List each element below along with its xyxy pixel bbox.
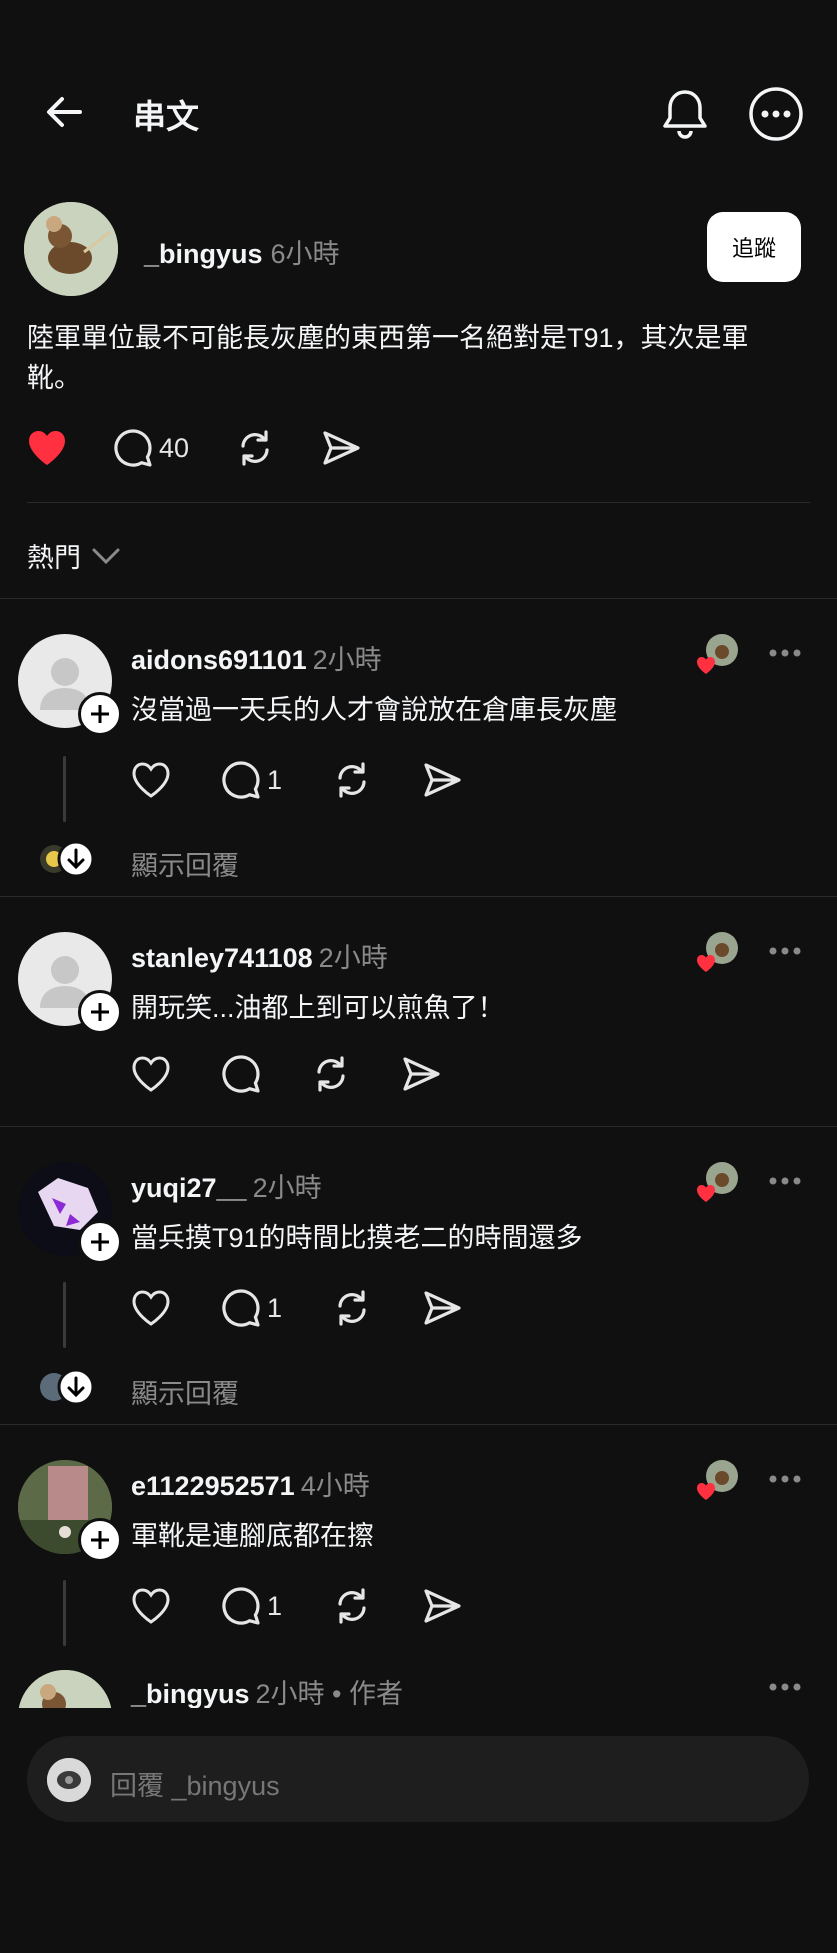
like-button[interactable] xyxy=(131,1289,171,1327)
share-button[interactable] xyxy=(401,1054,441,1094)
divider xyxy=(0,896,837,897)
comment-icon xyxy=(222,1587,260,1625)
like-button[interactable] xyxy=(27,429,67,467)
comment-button[interactable] xyxy=(221,1054,261,1094)
heart-filled-icon xyxy=(29,431,65,465)
like-button[interactable] xyxy=(131,761,171,799)
author-liked-icon xyxy=(696,930,738,972)
repost-icon xyxy=(241,430,269,466)
avatar[interactable] xyxy=(24,202,118,296)
divider xyxy=(0,1424,837,1425)
chevron-down-icon xyxy=(92,548,120,564)
comment-button[interactable]: 40 xyxy=(113,428,189,468)
comment-more-icon[interactable] xyxy=(768,1474,802,1484)
comment-more-icon[interactable] xyxy=(768,1176,802,1186)
share-button[interactable] xyxy=(422,1586,462,1626)
comment-author[interactable]: e1122952571 4小時 xyxy=(131,1464,370,1503)
avatar[interactable] xyxy=(18,1670,112,1708)
repost-icon xyxy=(338,762,366,798)
sort-label: 熱門 xyxy=(27,543,81,573)
author-liked-icon xyxy=(696,1458,738,1500)
repost-button[interactable] xyxy=(332,760,372,800)
heart-icon xyxy=(132,762,170,798)
post-author[interactable]: _bingyus 6小時 xyxy=(144,232,340,271)
thread-line xyxy=(63,1580,66,1646)
comment-button[interactable]: 1 xyxy=(221,760,282,800)
comment-icon xyxy=(114,429,152,467)
comment-actions: 1 xyxy=(131,760,508,800)
divider xyxy=(27,502,810,503)
comment-more-icon[interactable] xyxy=(768,1682,802,1692)
comment-text: 沒當過一天兵的人才會說放在倉庫長灰塵 xyxy=(131,695,617,725)
comment-author[interactable]: aidons691101 2小時 xyxy=(131,638,382,677)
sort-dropdown[interactable]: 熱門 xyxy=(27,536,121,575)
post-text: 陸軍單位最不可能長灰塵的東西第一名絕對是T91，其次是軍靴。 xyxy=(27,323,749,393)
author-liked-icon xyxy=(696,1160,738,1202)
like-button[interactable] xyxy=(131,1055,171,1093)
comment-more-icon[interactable] xyxy=(768,648,802,658)
share-button[interactable] xyxy=(321,428,361,468)
send-icon xyxy=(424,1589,461,1623)
reply-count: 40 xyxy=(159,432,190,463)
avatar xyxy=(47,1758,91,1802)
comment-button[interactable]: 1 xyxy=(221,1288,282,1328)
comment-icon xyxy=(222,1055,260,1093)
thread-line xyxy=(63,1282,66,1348)
repost-button[interactable] xyxy=(332,1288,372,1328)
follow-plus-icon[interactable] xyxy=(78,1220,122,1264)
follow-plus-icon[interactable] xyxy=(78,990,122,1034)
comment-button[interactable]: 1 xyxy=(221,1586,282,1626)
bell-icon[interactable] xyxy=(660,86,710,142)
divider xyxy=(0,598,837,599)
comment-actions: 1 xyxy=(131,1586,508,1626)
reply-placeholder: 回覆 _bingyus xyxy=(110,1771,280,1801)
comment-author[interactable]: stanley741108 2小時 xyxy=(131,936,388,975)
comment-text: 當兵摸T91的時間比摸老二的時間還多 xyxy=(131,1223,583,1253)
show-replies-link[interactable]: 顯示回覆 xyxy=(131,1372,239,1411)
reply-avatars-icon[interactable] xyxy=(38,1368,95,1406)
comment-actions xyxy=(131,1054,487,1094)
share-button[interactable] xyxy=(422,760,462,800)
follow-plus-icon[interactable] xyxy=(78,1518,122,1562)
repost-icon xyxy=(317,1056,345,1092)
repost-icon xyxy=(338,1290,366,1326)
heart-icon xyxy=(132,1588,170,1624)
follow-plus-icon[interactable] xyxy=(78,692,122,736)
follow-button[interactable]: 追蹤 xyxy=(707,212,801,282)
send-icon xyxy=(323,431,360,465)
page-title: 串文 xyxy=(133,98,199,135)
more-options-icon[interactable] xyxy=(748,86,804,142)
author-liked-icon xyxy=(696,632,738,674)
like-button[interactable] xyxy=(131,1587,171,1625)
comment-actions: 1 xyxy=(131,1288,508,1328)
thread-line xyxy=(63,756,66,822)
comment-text: 軍靴是連腳底都在擦 xyxy=(131,1521,374,1551)
back-arrow-icon[interactable] xyxy=(44,92,84,132)
comment-author[interactable]: yuqi27__ 2小時 xyxy=(131,1166,322,1205)
send-icon xyxy=(424,763,461,797)
heart-icon xyxy=(132,1290,170,1326)
comment-author[interactable]: _bingyus 2小時 • 作者 xyxy=(131,1672,403,1708)
send-icon xyxy=(403,1057,440,1091)
reply-avatars-icon[interactable] xyxy=(38,840,95,878)
send-icon xyxy=(424,1291,461,1325)
comment-icon xyxy=(222,761,260,799)
heart-icon xyxy=(132,1056,170,1092)
repost-icon xyxy=(338,1588,366,1624)
comment-icon xyxy=(222,1289,260,1327)
show-replies-link[interactable]: 顯示回覆 xyxy=(131,844,239,883)
share-button[interactable] xyxy=(422,1288,462,1328)
divider xyxy=(0,1126,837,1127)
comment-text: 開玩笑...油都上到可以煎魚了！ xyxy=(131,993,505,1023)
comment: _bingyus 2小時 • 作者 xyxy=(0,1660,837,1708)
repost-button[interactable] xyxy=(332,1586,372,1626)
repost-button[interactable] xyxy=(311,1054,351,1094)
post-time: 6小時 xyxy=(270,239,340,269)
post-actions: 40 xyxy=(27,428,407,468)
comment-more-icon[interactable] xyxy=(768,946,802,956)
repost-button[interactable] xyxy=(235,428,275,468)
